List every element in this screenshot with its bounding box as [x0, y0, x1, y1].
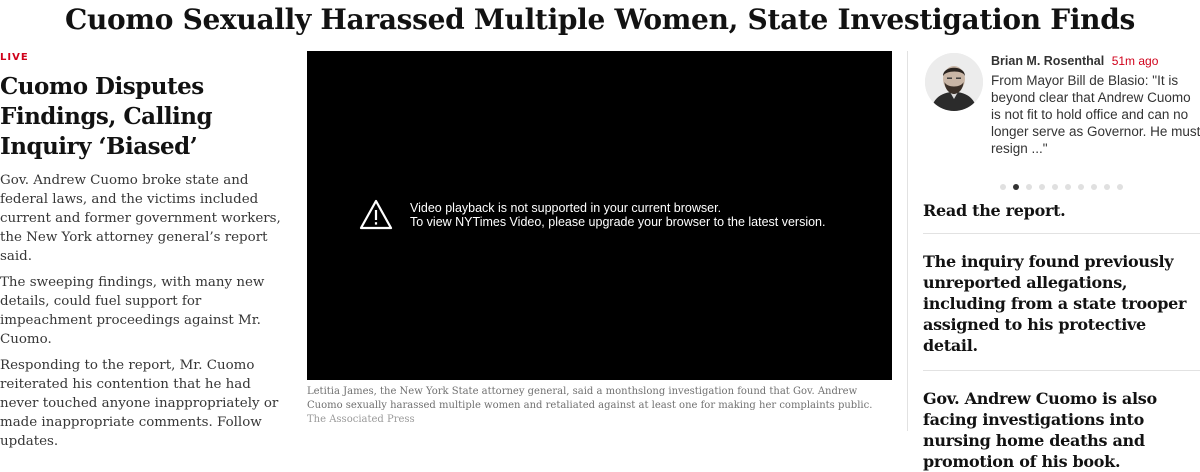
carousel-dot[interactable] — [1078, 184, 1084, 190]
video-message-line: To view NYTimes Video, please upgrade yo… — [410, 215, 826, 229]
video-caption: Letitia James, the New York State attorn… — [307, 385, 892, 427]
video-player[interactable]: Video playback is not supported in your … — [307, 51, 892, 380]
story-summary: Gov. Andrew Cuomo broke state and federa… — [0, 171, 282, 451]
update-text: From Mayor Bill de Blasio: "It is beyond… — [991, 73, 1200, 156]
update-body: Brian M. Rosenthal 51m ago From Mayor Bi… — [991, 53, 1200, 157]
lead-story: LIVE Cuomo Disputes Findings, Calling In… — [0, 52, 282, 458]
read-report-link[interactable]: Read the report. — [923, 200, 1200, 221]
main-headline[interactable]: Cuomo Sexually Harassed Multiple Women, … — [0, 0, 1200, 39]
carousel-dot[interactable] — [1091, 184, 1097, 190]
warning-triangle-icon — [359, 199, 393, 230]
carousel-dot[interactable] — [1052, 184, 1058, 190]
related-link-investigations[interactable]: Gov. Andrew Cuomo is also facing investi… — [923, 388, 1200, 472]
carousel-dot[interactable] — [1026, 184, 1032, 190]
live-updates-column: Brian M. Rosenthal 51m ago From Mayor Bi… — [923, 51, 1200, 471]
author-name: Brian M. Rosenthal — [991, 54, 1105, 68]
caption-text: Letitia James, the New York State attorn… — [307, 386, 873, 411]
carousel-dot[interactable] — [1104, 184, 1110, 190]
live-label: LIVE — [0, 52, 29, 63]
summary-paragraph: Responding to the report, Mr. Cuomo reit… — [0, 356, 282, 451]
video-section: Video playback is not supported in your … — [307, 51, 892, 427]
timestamp: 51m ago — [1111, 54, 1159, 68]
avatar — [925, 53, 983, 111]
live-update-card[interactable]: Brian M. Rosenthal 51m ago From Mayor Bi… — [923, 51, 1200, 179]
carousel-dot[interactable] — [1065, 184, 1071, 190]
divider — [923, 370, 1200, 371]
photo-credit: The Associated Press — [307, 414, 415, 425]
related-link-inquiry[interactable]: The inquiry found previously unreported … — [923, 251, 1200, 356]
carousel-dot[interactable] — [1013, 184, 1019, 190]
summary-paragraph: Gov. Andrew Cuomo broke state and federa… — [0, 173, 281, 264]
carousel-dot[interactable] — [1000, 184, 1006, 190]
video-unsupported-message: Video playback is not supported in your … — [410, 201, 826, 229]
summary-paragraph: The sweeping findings, with many new det… — [0, 275, 265, 347]
story-title[interactable]: Cuomo Disputes Findings, Calling Inquiry… — [0, 72, 282, 162]
related-links: Read the report. The inquiry found previ… — [923, 200, 1200, 472]
divider — [923, 233, 1200, 234]
carousel-dot[interactable] — [1039, 184, 1045, 190]
carousel-dot[interactable] — [1117, 184, 1123, 190]
author-portrait-icon — [925, 53, 983, 111]
carousel-dots — [1000, 184, 1123, 190]
video-message-line: Video playback is not supported in your … — [410, 201, 722, 215]
update-byline: Brian M. Rosenthal 51m ago — [991, 53, 1200, 69]
column-divider — [907, 51, 908, 431]
